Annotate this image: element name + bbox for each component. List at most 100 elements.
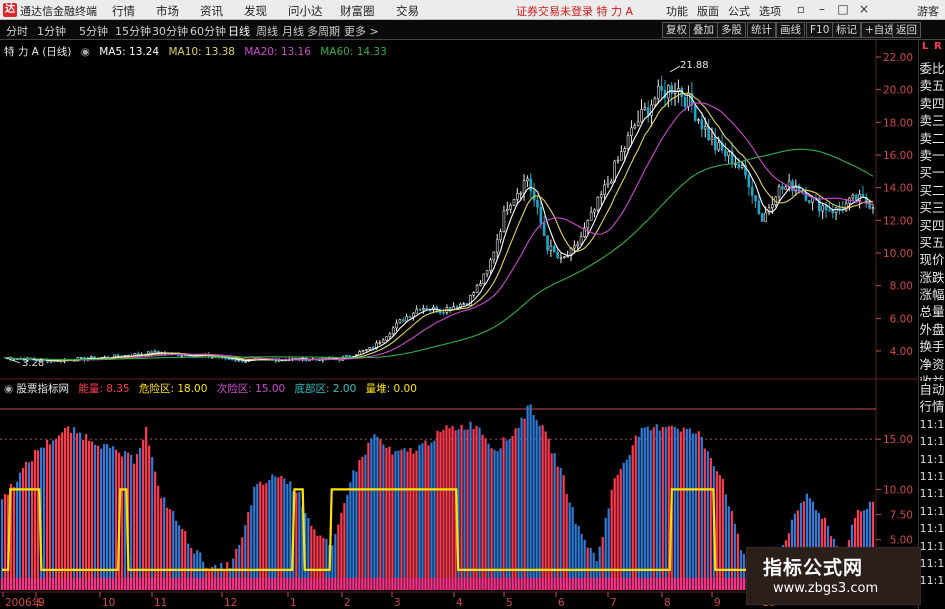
candle-body	[603, 184, 606, 195]
candle-body	[412, 312, 415, 318]
menu-market[interactable]: 市场	[156, 3, 179, 19]
energy-bar	[706, 451, 709, 590]
bottom-zone-bar	[358, 577, 361, 590]
energy-bar	[412, 453, 415, 590]
menu-wealth-circle[interactable]: 财富圈	[340, 3, 375, 19]
menu-news[interactable]: 资讯	[200, 3, 223, 19]
side-quote-item[interactable]: 涨跌	[919, 269, 945, 286]
side-auto-quote-item[interactable]: 自动	[919, 381, 945, 398]
side-quote-item[interactable]: 买二	[919, 182, 945, 199]
bottom-zone-bar	[295, 577, 298, 590]
bottom-zone-bar	[139, 577, 142, 590]
side-quote-item[interactable]: 涨幅	[919, 286, 945, 303]
multi-stock-button[interactable]: 多股	[717, 22, 746, 38]
minimize-icon[interactable]: –	[815, 2, 829, 16]
mark-button[interactable]: 标记	[832, 22, 861, 38]
stock-chart[interactable]: 21.883.2822.0020.0018.0016.0014.0012.001…	[0, 40, 918, 609]
menu-options[interactable]: 选项	[759, 3, 781, 19]
candle-body	[559, 257, 563, 259]
period-multi[interactable]: 多周期	[307, 23, 340, 39]
ma20-label: MA20: 13.16	[244, 46, 311, 58]
menu-functions[interactable]: 功能	[666, 3, 688, 19]
menu-quotes[interactable]: 行情	[112, 3, 135, 19]
candle-body	[418, 309, 422, 311]
indicator-circle-icon[interactable]: ◉	[4, 383, 13, 395]
close-icon[interactable]: ×	[857, 2, 871, 16]
side-quote-item[interactable]: 卖一	[919, 147, 945, 164]
menu-formula[interactable]: 公式	[728, 3, 750, 19]
side-quote-item[interactable]: 净资	[919, 356, 945, 373]
period-daily[interactable]: 日线	[228, 23, 250, 39]
side-label-r[interactable]: R	[934, 41, 942, 52]
candle-body	[522, 180, 526, 194]
period-30min[interactable]: 30分钟	[152, 23, 188, 39]
menu-discover[interactable]: 发现	[244, 3, 267, 19]
side-quote-item[interactable]: 外盘	[919, 321, 945, 338]
candle-body	[727, 151, 731, 157]
period-monthly[interactable]: 月线	[282, 23, 304, 39]
side-quote-item[interactable]: 卖五	[919, 77, 945, 94]
period-15min[interactable]: 15分钟	[115, 23, 151, 39]
candle-body	[227, 358, 231, 360]
candle-body	[851, 194, 855, 199]
bottom-zone-bar	[72, 577, 76, 590]
bottom-zone-bar	[568, 577, 571, 590]
window-square-icon[interactable]: ▫	[794, 2, 808, 16]
period-more[interactable]: 更多 >	[344, 23, 379, 39]
period-60min[interactable]: 60分钟	[190, 23, 226, 39]
side-auto-quote-item[interactable]: 行情	[919, 398, 945, 415]
side-quote-item[interactable]: 现价	[919, 251, 945, 268]
side-quote-item[interactable]: 卖二	[919, 130, 945, 147]
overlay-button[interactable]: 叠加	[689, 22, 718, 38]
side-quote-item[interactable]: 总量	[919, 303, 945, 320]
side-quote-item[interactable]: 卖四	[919, 95, 945, 112]
candle-body	[606, 182, 610, 186]
ma5-label: MA5: 13.24	[99, 46, 160, 58]
bottom-zone-bar	[421, 577, 424, 590]
bottom-zone-bar	[103, 577, 106, 590]
period-weekly[interactable]: 周线	[256, 23, 278, 39]
maximize-icon[interactable]: □	[836, 2, 850, 16]
side-quote-item[interactable]: 买一	[919, 164, 945, 181]
bottom-zone-bar	[127, 577, 130, 590]
side-panel-header: L R	[919, 40, 945, 60]
settings-circle-icon[interactable]: ◉	[81, 46, 90, 58]
bottom-zone-bar	[601, 577, 604, 590]
candle-body	[707, 126, 710, 140]
candle-body	[700, 119, 704, 130]
bottom-zone-bar	[622, 577, 625, 590]
side-label-l[interactable]: L	[922, 41, 928, 52]
candle-body	[512, 199, 516, 206]
f10-button[interactable]: F10	[806, 22, 834, 38]
side-quote-item[interactable]: 卖三	[919, 112, 945, 129]
side-quote-item[interactable]: 买五	[919, 234, 945, 251]
energy-bar	[124, 451, 127, 590]
guest-user[interactable]: 游客	[917, 3, 939, 19]
menu-layout[interactable]: 版面	[697, 3, 719, 19]
side-tick-time: 11:1	[919, 435, 945, 449]
menu-trade[interactable]: 交易	[396, 3, 419, 19]
candle-body	[563, 256, 566, 258]
candle-body	[485, 270, 489, 275]
adjust-button[interactable]: 复权	[662, 22, 691, 38]
bottom-zone-bar	[298, 577, 301, 590]
period-1min[interactable]: 1分钟	[37, 23, 66, 39]
menu-bar: 达 通达信金融终端 行情 市场 资讯 发现 问小达 财富圈 交易 证券交易未登录…	[0, 0, 945, 20]
menu-assistant[interactable]: 问小达	[288, 3, 323, 19]
side-quote-item[interactable]: 换手	[919, 338, 945, 355]
bottom-zone-bar	[355, 577, 358, 590]
bottom-zone-bar	[142, 577, 145, 590]
period-timeshare[interactable]: 分时	[6, 23, 28, 39]
bottom-zone-bar	[610, 577, 613, 590]
side-quote-item[interactable]: 买三	[919, 199, 945, 216]
side-quote-item[interactable]: 买四	[919, 217, 945, 234]
candle-body	[244, 361, 247, 363]
bottom-zone-bar	[625, 577, 628, 590]
energy-bar	[724, 494, 727, 590]
back-button[interactable]: 返回	[892, 22, 921, 38]
energy-bar	[562, 475, 565, 590]
period-5min[interactable]: 5分钟	[79, 23, 108, 39]
draw-line-button[interactable]: 画线	[776, 22, 805, 38]
side-quote-item[interactable]: 委比	[919, 60, 945, 77]
statistics-button[interactable]: 统计	[747, 22, 776, 38]
